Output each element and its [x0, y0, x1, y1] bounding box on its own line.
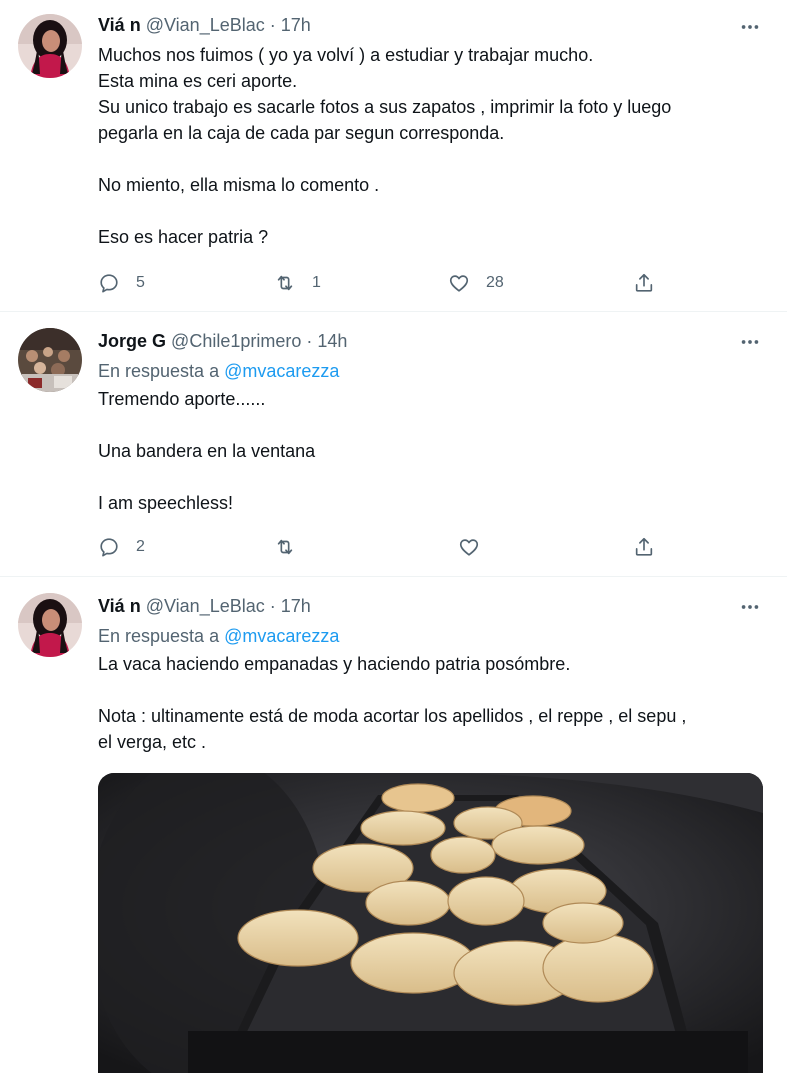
heart-icon [448, 272, 470, 294]
empanadas-photo [98, 773, 763, 1073]
share-button[interactable] [633, 268, 655, 298]
tweet-text-line [98, 464, 747, 490]
tweet[interactable]: Jorge G @Chile1primero · 14h En respuest… [0, 312, 787, 577]
avatar[interactable] [18, 14, 82, 78]
user-handle[interactable]: @Vian_LeBlac [146, 596, 265, 616]
more-icon[interactable] [737, 594, 763, 620]
retweet-icon [274, 536, 296, 558]
reply-icon [98, 536, 120, 558]
tweet-text-line [98, 198, 747, 224]
timestamp[interactable]: 17h [281, 15, 311, 35]
tweet-header: Viá n @Vian_LeBlac · 17h [98, 593, 747, 619]
heart-icon [458, 536, 480, 558]
like-button[interactable]: 28 [448, 268, 504, 298]
tweet-text-line: No miento, ella misma lo comento . [98, 175, 380, 195]
share-button[interactable] [633, 532, 655, 562]
tweet-header: Jorge G @Chile1primero · 14h [98, 328, 747, 354]
user-handle[interactable]: @Chile1primero [171, 331, 301, 351]
display-name[interactable]: Viá n [98, 596, 141, 616]
like-count: 28 [486, 274, 504, 291]
separator-dot: · [269, 15, 276, 35]
tweet-text: La vaca haciendo empanadas y haciendo pa… [98, 651, 747, 755]
more-icon[interactable] [737, 329, 763, 355]
tweet-text-line [98, 677, 747, 703]
avatar[interactable] [18, 593, 82, 657]
tweet-text-line [98, 146, 747, 172]
retweet-button[interactable] [274, 532, 296, 562]
user-handle[interactable]: @Vian_LeBlac [146, 15, 265, 35]
tweet-text-line [98, 412, 747, 438]
reply-context: En respuesta a @mvacarezza [98, 358, 339, 384]
avatar[interactable] [18, 328, 82, 392]
reply-mention-link[interactable]: @mvacarezza [224, 361, 339, 381]
reply-button[interactable]: 5 [98, 268, 145, 298]
tweet-text-line: Su unico trabajo es sacarle fotos a sus … [98, 97, 672, 117]
tweet-text-line: La vaca haciendo empanadas y haciendo pa… [98, 654, 571, 674]
separator-dot: · [306, 331, 313, 351]
tweet-actions: 5 1 28 [98, 268, 668, 298]
tweet-text-line: pegarla en la caja de cada par segun cor… [98, 123, 505, 143]
reply-button[interactable]: 2 [98, 532, 145, 562]
tweet-text-line: Esta mina es ceri aporte. [98, 71, 298, 91]
tweet-text: Muchos nos fuimos ( yo ya volví ) a estu… [98, 42, 747, 250]
tweet-text-line: Una bandera en la ventana [98, 441, 316, 461]
retweet-icon [274, 272, 296, 294]
display-name[interactable]: Viá n [98, 15, 141, 35]
tweet-header: Viá n @Vian_LeBlac · 17h [98, 12, 747, 38]
tweet[interactable]: Viá n @Vian_LeBlac · 17h En respuesta a … [0, 577, 787, 1073]
tweet-text-line: Nota : ultinamente está de moda acortar … [98, 706, 687, 726]
timestamp[interactable]: 17h [281, 596, 311, 616]
tweet-actions: 2 [98, 532, 668, 562]
reply-context: En respuesta a @mvacarezza [98, 623, 339, 649]
tweet-photo[interactable] [98, 773, 763, 1073]
tweet-text-line: I am speechless! [98, 493, 234, 513]
like-button[interactable] [458, 532, 480, 562]
tweet-text: Tremendo aporte...... Una bandera en la … [98, 386, 747, 516]
reply-prefix: En respuesta a [98, 626, 220, 646]
tweet-text-line: Muchos nos fuimos ( yo ya volví ) a estu… [98, 45, 594, 65]
more-icon[interactable] [737, 14, 763, 40]
reply-icon [98, 272, 120, 294]
display-name[interactable]: Jorge G [98, 331, 166, 351]
reply-prefix: En respuesta a [98, 361, 220, 381]
tweet-text-line: el verga, etc . [98, 732, 207, 752]
reply-count: 5 [136, 274, 145, 291]
retweet-button[interactable]: 1 [274, 268, 321, 298]
timestamp[interactable]: 14h [317, 331, 347, 351]
share-icon [633, 536, 655, 558]
tweet-text-line: Tremendo aporte...... [98, 389, 266, 409]
reply-count: 2 [136, 538, 145, 555]
retweet-count: 1 [312, 274, 321, 291]
share-icon [633, 272, 655, 294]
tweet[interactable]: Viá n @Vian_LeBlac · 17h Muchos nos fuim… [0, 0, 787, 312]
reply-mention-link[interactable]: @mvacarezza [224, 626, 339, 646]
separator-dot: · [269, 596, 276, 616]
tweet-text-line: Eso es hacer patria ? [98, 227, 269, 247]
